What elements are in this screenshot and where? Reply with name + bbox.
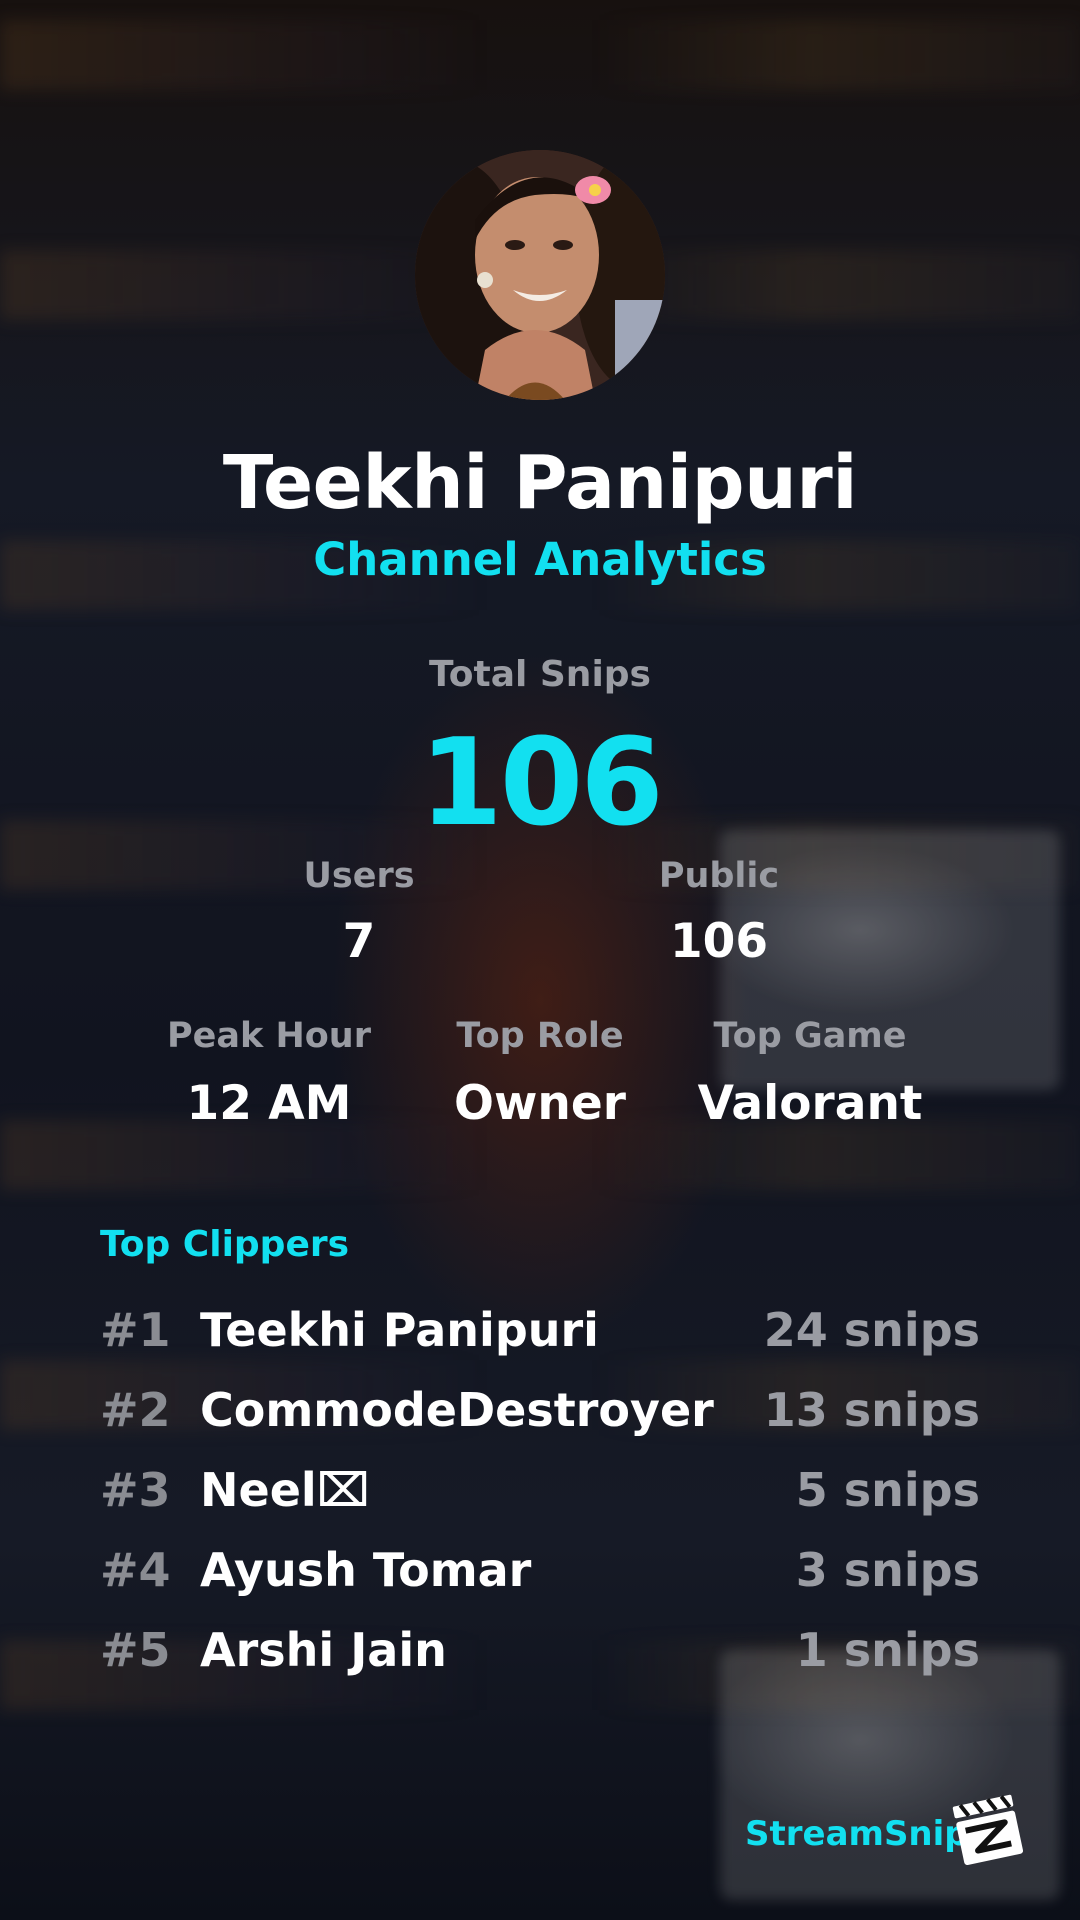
stat-peak-hour-label: Peak Hour — [167, 1016, 371, 1056]
stat-users-value: 7 — [342, 914, 376, 969]
avatar-photo — [415, 150, 665, 400]
stat-public: Public 106 — [619, 856, 819, 969]
clipper-name: Teekhi Panipuri — [200, 1303, 599, 1357]
clipper-rank: #2 — [100, 1383, 171, 1437]
total-snips-value: 106 — [419, 714, 664, 853]
clipper-name: Neel⌧ — [200, 1463, 370, 1517]
stat-top-role: Top Role Owner — [420, 1016, 660, 1131]
brand-label: StreamSnip — [745, 1814, 969, 1854]
avatar — [415, 150, 665, 400]
stat-top-game: Top Game Valorant — [690, 1016, 930, 1131]
clipper-count: 24 snips — [763, 1303, 980, 1357]
clipper-name: CommodeDestroyer — [200, 1383, 714, 1437]
stat-public-label: Public — [658, 856, 780, 896]
stat-top-role-value: Owner — [454, 1076, 626, 1131]
page-subtitle: Channel Analytics — [313, 533, 767, 586]
clipper-count: 3 snips — [795, 1543, 980, 1597]
clipper-count: 1 snips — [795, 1623, 980, 1677]
channel-name: Teekhi Panipuri — [222, 440, 858, 526]
stat-public-value: 106 — [669, 914, 769, 969]
clipper-rank: #5 — [100, 1623, 171, 1677]
stat-top-game-label: Top Game — [713, 1016, 907, 1056]
clipper-name: Ayush Tomar — [200, 1543, 532, 1597]
clipper-rank: #3 — [100, 1463, 171, 1517]
stat-peak-hour: Peak Hour 12 AM — [154, 1016, 384, 1131]
stat-users: Users 7 — [259, 856, 459, 969]
clipper-rank: #4 — [100, 1543, 171, 1597]
total-snips-label: Total Snips — [429, 654, 651, 695]
clipper-count: 13 snips — [763, 1383, 980, 1437]
clipper-row: #2 CommodeDestroyer 13 snips — [100, 1383, 980, 1453]
clipper-count: 5 snips — [795, 1463, 980, 1517]
clipper-row: #4 Ayush Tomar 3 snips — [100, 1543, 980, 1613]
stat-peak-hour-value: 12 AM — [186, 1076, 352, 1131]
stat-users-label: Users — [303, 856, 415, 896]
clipper-name: Arshi Jain — [200, 1623, 447, 1677]
stat-top-game-value: Valorant — [697, 1076, 923, 1131]
clipper-row: #3 Neel⌧ 5 snips — [100, 1463, 980, 1533]
stat-top-role-label: Top Role — [456, 1016, 624, 1056]
clipper-rank: #1 — [100, 1303, 171, 1357]
clapperboard-icon — [948, 1790, 1028, 1870]
clipper-row: #5 Arshi Jain 1 snips — [100, 1623, 980, 1693]
top-clippers-title: Top Clippers — [100, 1224, 350, 1265]
clipper-row: #1 Teekhi Panipuri 24 snips — [100, 1303, 980, 1373]
